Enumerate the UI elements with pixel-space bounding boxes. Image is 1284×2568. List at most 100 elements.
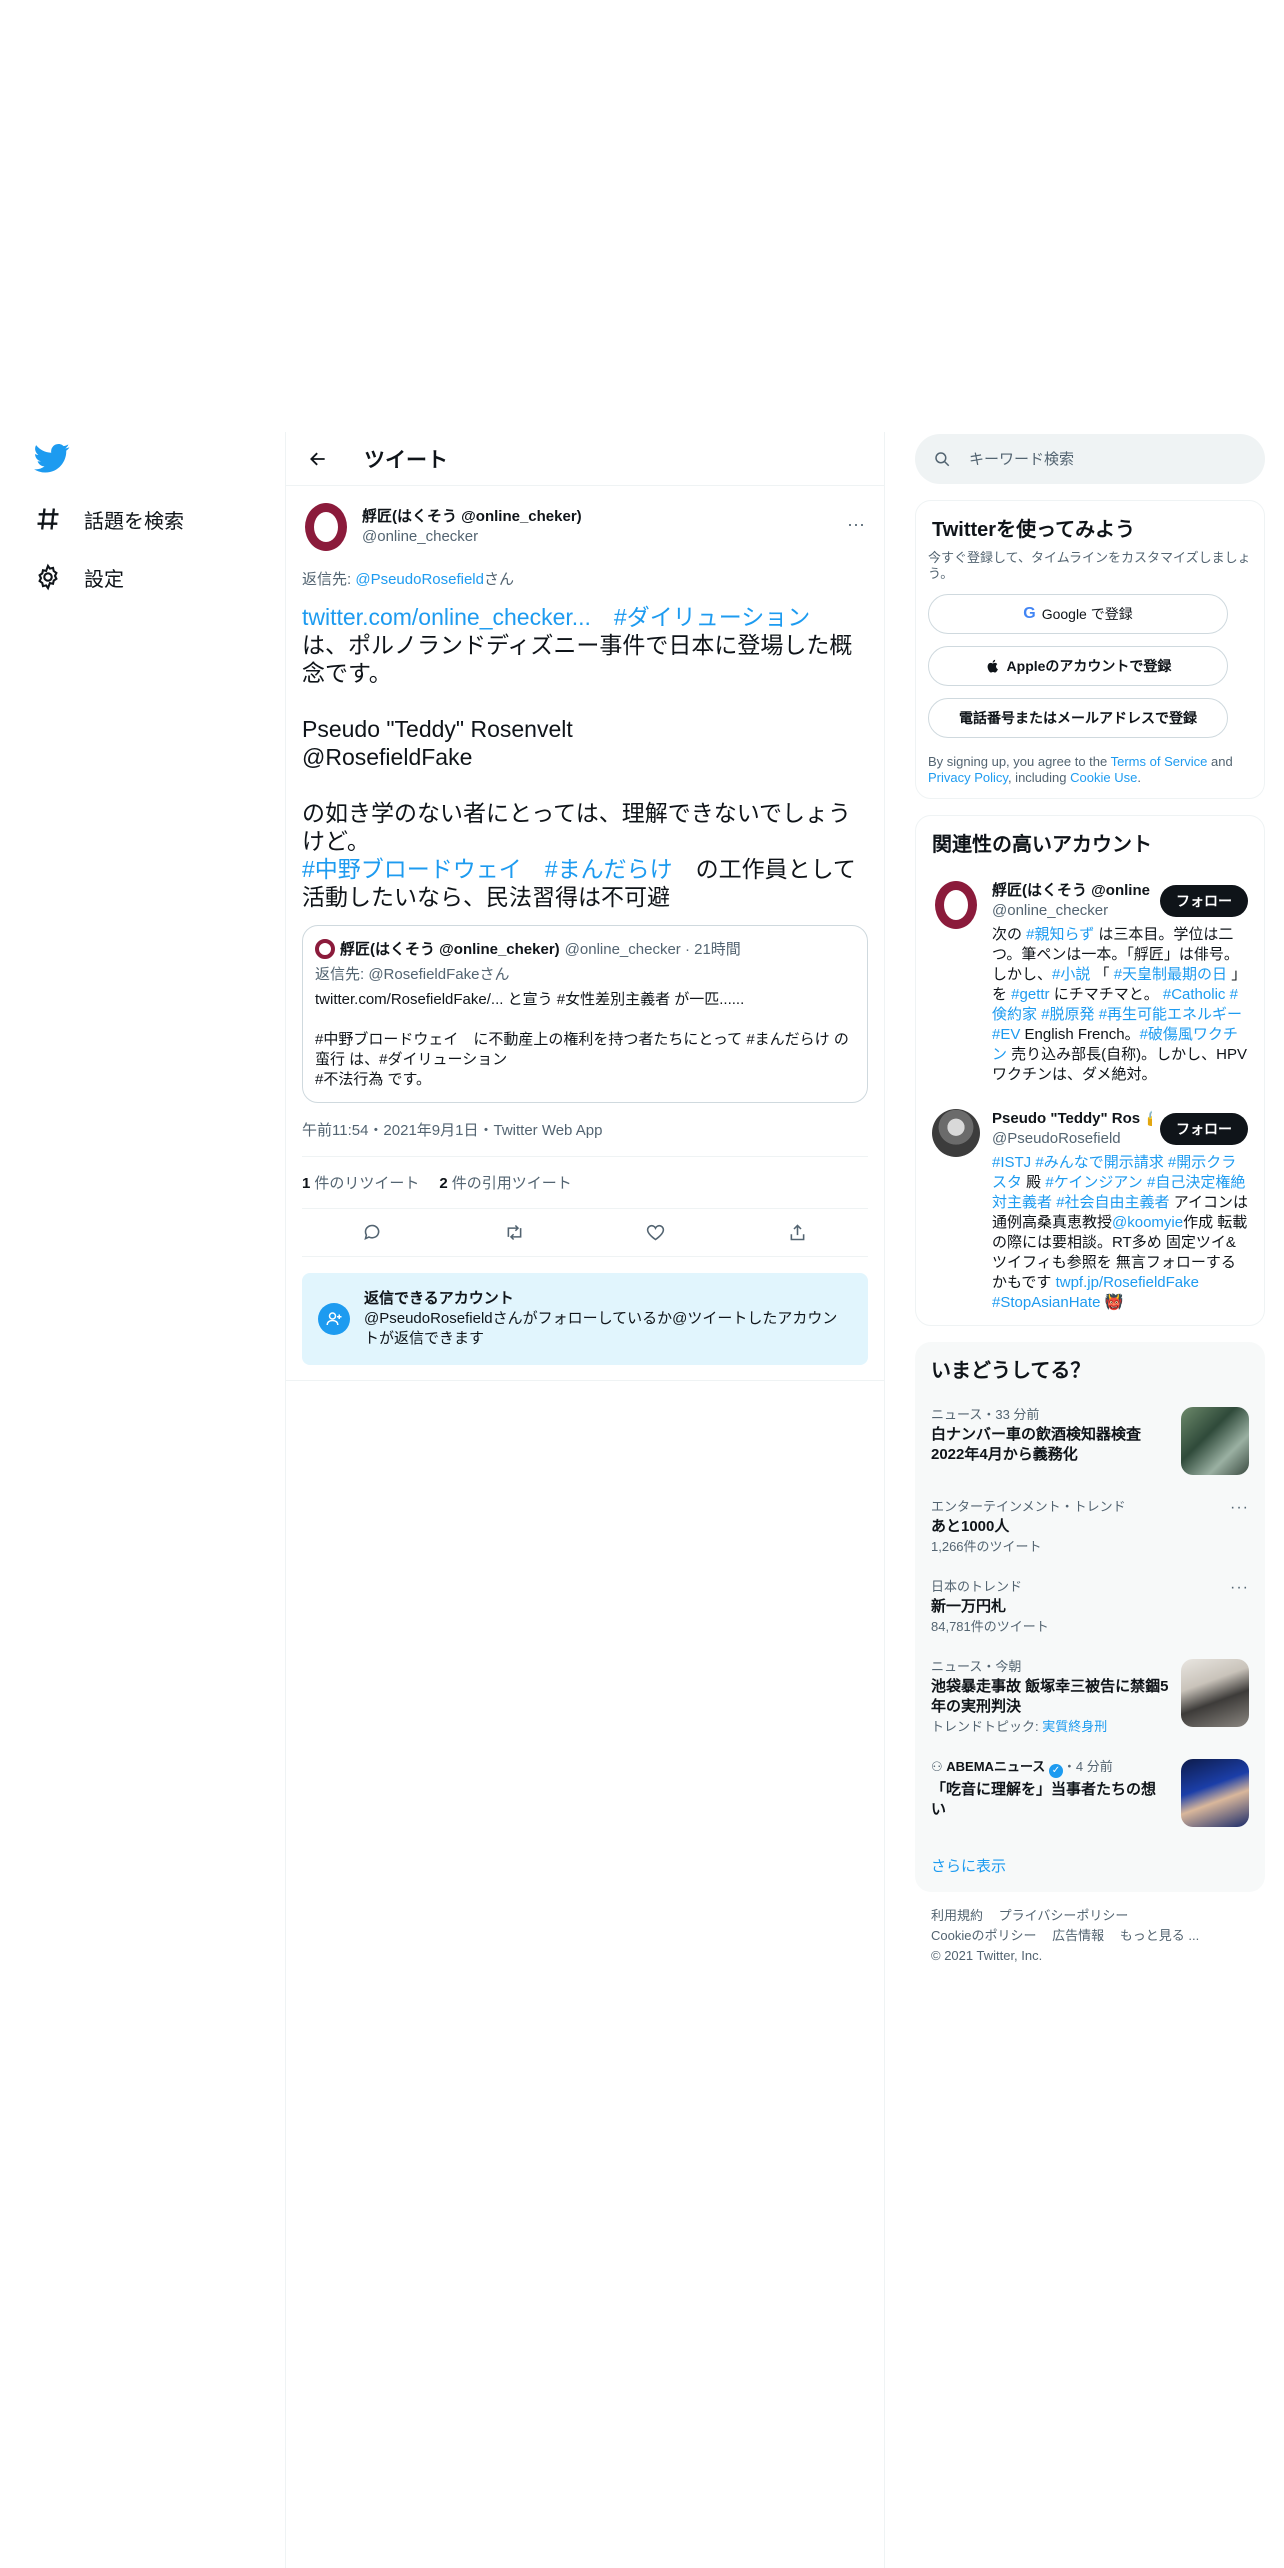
- account-item[interactable]: Pseudo "Teddy" Ros 🔒 @PseudoRosefield フォ…: [916, 1097, 1264, 1325]
- hashtag-link[interactable]: #ダイリューション: [614, 604, 810, 630]
- quotes-stat[interactable]: 2 件の引用ツイート: [439, 1172, 571, 1193]
- avatar[interactable]: [932, 881, 980, 929]
- apple-icon: [987, 659, 998, 673]
- terms-of-service-link[interactable]: Terms of Service: [1111, 754, 1208, 769]
- gear-icon: [38, 563, 58, 591]
- nav-explore[interactable]: 話題を検索: [30, 490, 270, 548]
- tweet-text-part1: は、ポルノランドディズニー事件で日本に登場した概念です。 Pseudo "Ted…: [302, 632, 853, 854]
- share-button[interactable]: [779, 1215, 815, 1251]
- right-sidebar: Twitterを使ってみよう 今すぐ登録して、タイムラインをカスタマイズしましょ…: [915, 434, 1265, 1980]
- news-source-icon: ⚇: [931, 1759, 943, 1774]
- terms-text: .: [1137, 770, 1141, 785]
- share-icon: [790, 1224, 805, 1241]
- tweet-text: twitter.com/online_checker... #ダイリューション …: [302, 603, 868, 911]
- follow-button[interactable]: フォロー: [1160, 1113, 1248, 1145]
- arrow-left-icon: [310, 452, 325, 465]
- hashtag-link[interactable]: #中野ブロードウェイ: [302, 856, 522, 882]
- footer-more-link[interactable]: もっと見る ...: [1120, 1928, 1199, 1943]
- footer-link[interactable]: 広告情報: [1052, 1928, 1104, 1943]
- like-button[interactable]: [638, 1215, 674, 1251]
- nav-settings[interactable]: 設定: [30, 548, 270, 606]
- trend-title: 新一万円札: [931, 1598, 1007, 1615]
- more-options-button[interactable]: ···: [844, 512, 868, 536]
- nav-settings-label: 設定: [84, 568, 124, 591]
- retweets-label: 件のリツイート: [314, 1175, 420, 1192]
- phone-signup-button[interactable]: 電話番号またはメールアドレスで登録: [928, 698, 1228, 738]
- back-button[interactable]: [300, 441, 336, 477]
- apple-signup-button[interactable]: Appleのアカウントで登録: [928, 646, 1228, 686]
- trend-item[interactable]: エンターテインメント・トレンド あと1000人 1,266件のツイート ···: [915, 1487, 1265, 1567]
- account-item[interactable]: 艀匠(はくそう @online @online_checker フォロー 次の …: [916, 869, 1264, 1097]
- tweet-author: 艀匠(はくそう @online_cheker) @online_checker …: [302, 496, 868, 558]
- trend-more-button[interactable]: ···: [1230, 1499, 1249, 1517]
- page-title: ツイート: [364, 448, 448, 472]
- google-icon: G: [1023, 605, 1036, 622]
- signup-title: Twitterを使ってみよう: [932, 519, 1136, 541]
- trend-meta: エンターテインメント・トレンド: [931, 1499, 1126, 1514]
- trend-item[interactable]: ニュース・今朝 池袋暴走事故 飯塚幸三被告に禁錮5年の実刑判決 トレンドトピック…: [915, 1647, 1265, 1747]
- trend-count: 84,781件のツイート: [931, 1619, 1049, 1634]
- follow-button[interactable]: フォロー: [1160, 885, 1248, 917]
- quoted-reply-to: 返信先: @RosefieldFakeさん: [315, 966, 510, 983]
- quoted-avatar: [315, 938, 335, 959]
- search-input[interactable]: [969, 450, 1229, 468]
- google-signup-button[interactable]: G Google で登録: [928, 594, 1228, 634]
- trend-topic-link[interactable]: 実質終身刑: [1042, 1719, 1107, 1734]
- trend-title: 「吃音に理解を」当事者たちの想い: [931, 1781, 1157, 1818]
- signup-card: Twitterを使ってみよう 今すぐ登録して、タイムラインをカスタマイズしましょ…: [915, 500, 1265, 799]
- verified-badge-icon: ✓: [1048, 1764, 1063, 1778]
- account-name: 艀匠(はくそう @online: [992, 882, 1150, 899]
- hashtag-link[interactable]: #まんだらけ: [545, 856, 673, 882]
- quoted-handle-time: @online_checker · 21時間: [564, 941, 741, 958]
- reply-target-link[interactable]: @PseudoRosefield: [355, 571, 484, 588]
- account-bio: #ISTJ #みんなで開示請求 #開示クラスタ 殿 #ケインジアン #自己決定権…: [992, 1154, 1248, 1311]
- footer-link[interactable]: 利用規約: [931, 1908, 983, 1923]
- trend-title: 池袋暴走事故 飯塚幸三被告に禁錮5年の実刑判決: [931, 1678, 1169, 1715]
- trend-item[interactable]: ⚇ ABEMAニュース ✓ ・4 分前 「吃音に理解を」当事者たちの想い: [915, 1747, 1265, 1839]
- quoted-text: twitter.com/RosefieldFake/... と宣う #女性差別主…: [315, 991, 849, 1088]
- news-source: ABEMAニュース: [946, 1759, 1046, 1774]
- avatar[interactable]: [302, 503, 350, 551]
- author-display-name[interactable]: 艀匠(はくそう @online_cheker): [362, 507, 582, 527]
- copyright: © 2021 Twitter, Inc.: [931, 1948, 1043, 1963]
- trend-item[interactable]: ニュース・33 分前 白ナンバー車の飲酒検知器検査 2022年4月から義務化: [915, 1395, 1265, 1487]
- terms-text: By signing up, you agree to the: [928, 754, 1111, 769]
- quoted-tweet[interactable]: 艀匠(はくそう @online_cheker) @online_checker …: [302, 925, 868, 1103]
- tweet-link[interactable]: twitter.com/online_checker...: [302, 604, 591, 630]
- retweet-button[interactable]: [496, 1215, 532, 1251]
- nav-explore-label: 話題を検索: [84, 510, 184, 533]
- trend-topic: トレンドトピック: 実質終身刑: [931, 1719, 1169, 1735]
- search-icon: [935, 452, 950, 467]
- author-handle[interactable]: @online_checker: [362, 527, 582, 547]
- related-accounts-card: 関連性の高いアカウント 艀匠(はくそう @online @online_chec…: [915, 815, 1265, 1326]
- account-handle: @online_checker: [992, 902, 1109, 919]
- quoted-display-name: 艀匠(はくそう @online_cheker): [340, 941, 560, 958]
- trend-more-button[interactable]: ···: [1230, 1579, 1249, 1597]
- account-bio: 次の #親知らず は三本目。学位は二つ。筆ペンは一本。「艀匠」は俳号。しかし、#…: [992, 926, 1248, 1083]
- avatar[interactable]: [932, 1109, 980, 1157]
- trend-thumbnail: [1181, 1659, 1249, 1727]
- privacy-policy-link[interactable]: Privacy Policy: [928, 770, 1008, 785]
- show-more-link[interactable]: さらに表示: [915, 1839, 1265, 1892]
- trend-meta: ニュース・今朝: [931, 1659, 1022, 1674]
- reply-button[interactable]: [355, 1215, 391, 1251]
- search-box[interactable]: [915, 434, 1265, 484]
- footer-link[interactable]: Cookieのポリシー: [931, 1928, 1036, 1943]
- tweet-timestamp[interactable]: 午前11:54・2021年9月1日・Twitter Web App: [302, 1119, 868, 1157]
- quotes-count: 2: [439, 1175, 448, 1192]
- quotes-label: 件の引用ツイート: [451, 1175, 572, 1192]
- reply-to-suffix: さん: [483, 571, 514, 588]
- trend-title: あと1000人: [931, 1518, 1010, 1535]
- signup-subtitle: 今すぐ登録して、タイムラインをカスタマイズしましょう。: [928, 550, 1251, 581]
- twitter-bird-icon[interactable]: [34, 440, 70, 476]
- cookie-use-link[interactable]: Cookie Use: [1070, 770, 1137, 785]
- trend-item[interactable]: 日本のトレンド 新一万円札 84,781件のツイート ···: [915, 1567, 1265, 1647]
- footer-link[interactable]: プライバシーポリシー: [999, 1908, 1129, 1923]
- trend-meta: ⚇ ABEMAニュース ✓ ・4 分前: [931, 1759, 1169, 1778]
- retweets-stat[interactable]: 1 件のリツイート: [302, 1172, 419, 1193]
- reply-restriction-desc: @PseudoRosefieldさんがフォローしているか@ツイートしたアカウント…: [364, 1310, 838, 1347]
- main-tweet: 艀匠(はくそう @online_cheker) @online_checker …: [286, 486, 884, 1257]
- heart-icon: [647, 1224, 665, 1241]
- trends-title: いまどうしてる？: [931, 1360, 1091, 1382]
- apple-signup-label: Appleのアカウントで登録: [1006, 658, 1172, 674]
